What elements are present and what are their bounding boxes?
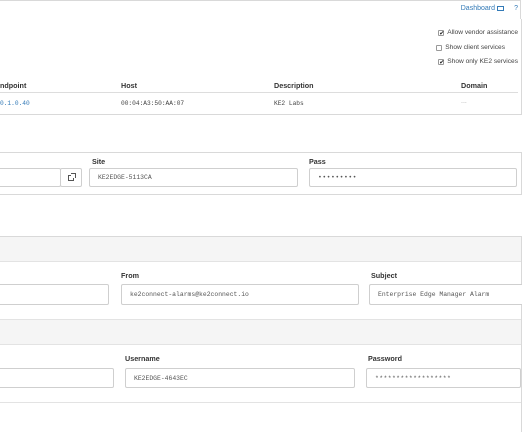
- password-label: Password: [368, 354, 402, 363]
- help-link[interactable]: ?: [514, 5, 518, 12]
- external-link-icon: [68, 172, 76, 181]
- pass-label: Pass: [309, 157, 326, 166]
- endpoint-link[interactable]: 0.1.0.40: [0, 100, 30, 107]
- dashboard-link[interactable]: Dashboard: [461, 5, 504, 12]
- email-panel-footer-divider: [0, 402, 521, 403]
- login-section-header: [0, 319, 521, 345]
- column-header-description[interactable]: Description: [274, 81, 314, 90]
- open-site-button[interactable]: [60, 168, 82, 187]
- email-panel-header: [0, 237, 521, 262]
- pass-field[interactable]: •••••••••: [309, 168, 517, 187]
- option-label: Allow vendor assistance: [447, 29, 518, 36]
- subject-field[interactable]: Enterprise Edge Manager Alarm: [369, 284, 522, 305]
- option-show-ke2[interactable]: ✔ Show only KE2 services: [438, 58, 518, 65]
- option-label: Show only KE2 services: [447, 58, 518, 65]
- column-header-endpoint[interactable]: ndpoint: [0, 81, 26, 90]
- column-header-host[interactable]: Host: [121, 81, 137, 90]
- site-label: Site: [92, 157, 106, 166]
- host-cell: 00:04:A3:50:AA:07: [121, 100, 185, 107]
- table-row[interactable]: 0.1.0.40 00:04:A3:50:AA:07 KE2 Labs ...: [0, 93, 518, 111]
- from-field[interactable]: ke2connect-alarms@ke2connect.io: [121, 284, 359, 305]
- username-field[interactable]: KE2EDGE-4643EC: [125, 368, 355, 388]
- username-label: Username: [125, 354, 160, 363]
- email-left-field[interactable]: [0, 284, 109, 305]
- top-bar: [0, 0, 521, 20]
- from-label: From: [121, 271, 139, 280]
- option-label: Show client services: [445, 44, 505, 51]
- site-left-field[interactable]: [0, 168, 61, 187]
- column-header-domain[interactable]: Domain: [461, 81, 487, 90]
- domain-cell: ...: [461, 98, 467, 105]
- checkbox-show-ke2[interactable]: ✔: [438, 58, 444, 65]
- checkbox-show-client[interactable]: [436, 44, 443, 51]
- site-field[interactable]: KE2EDGE-5113CA: [89, 168, 298, 187]
- option-allow-vendor[interactable]: ✔ Allow vendor assistance: [438, 29, 518, 36]
- password-field[interactable]: ******************: [366, 368, 521, 388]
- login-left-field[interactable]: [0, 368, 114, 388]
- subject-label: Subject: [371, 271, 397, 280]
- option-show-client[interactable]: Show client services: [436, 44, 505, 51]
- description-cell: KE2 Labs: [274, 100, 304, 107]
- monitor-icon: [497, 6, 504, 11]
- dashboard-label: Dashboard: [460, 5, 495, 12]
- checkbox-allow-vendor[interactable]: ✔: [438, 29, 444, 36]
